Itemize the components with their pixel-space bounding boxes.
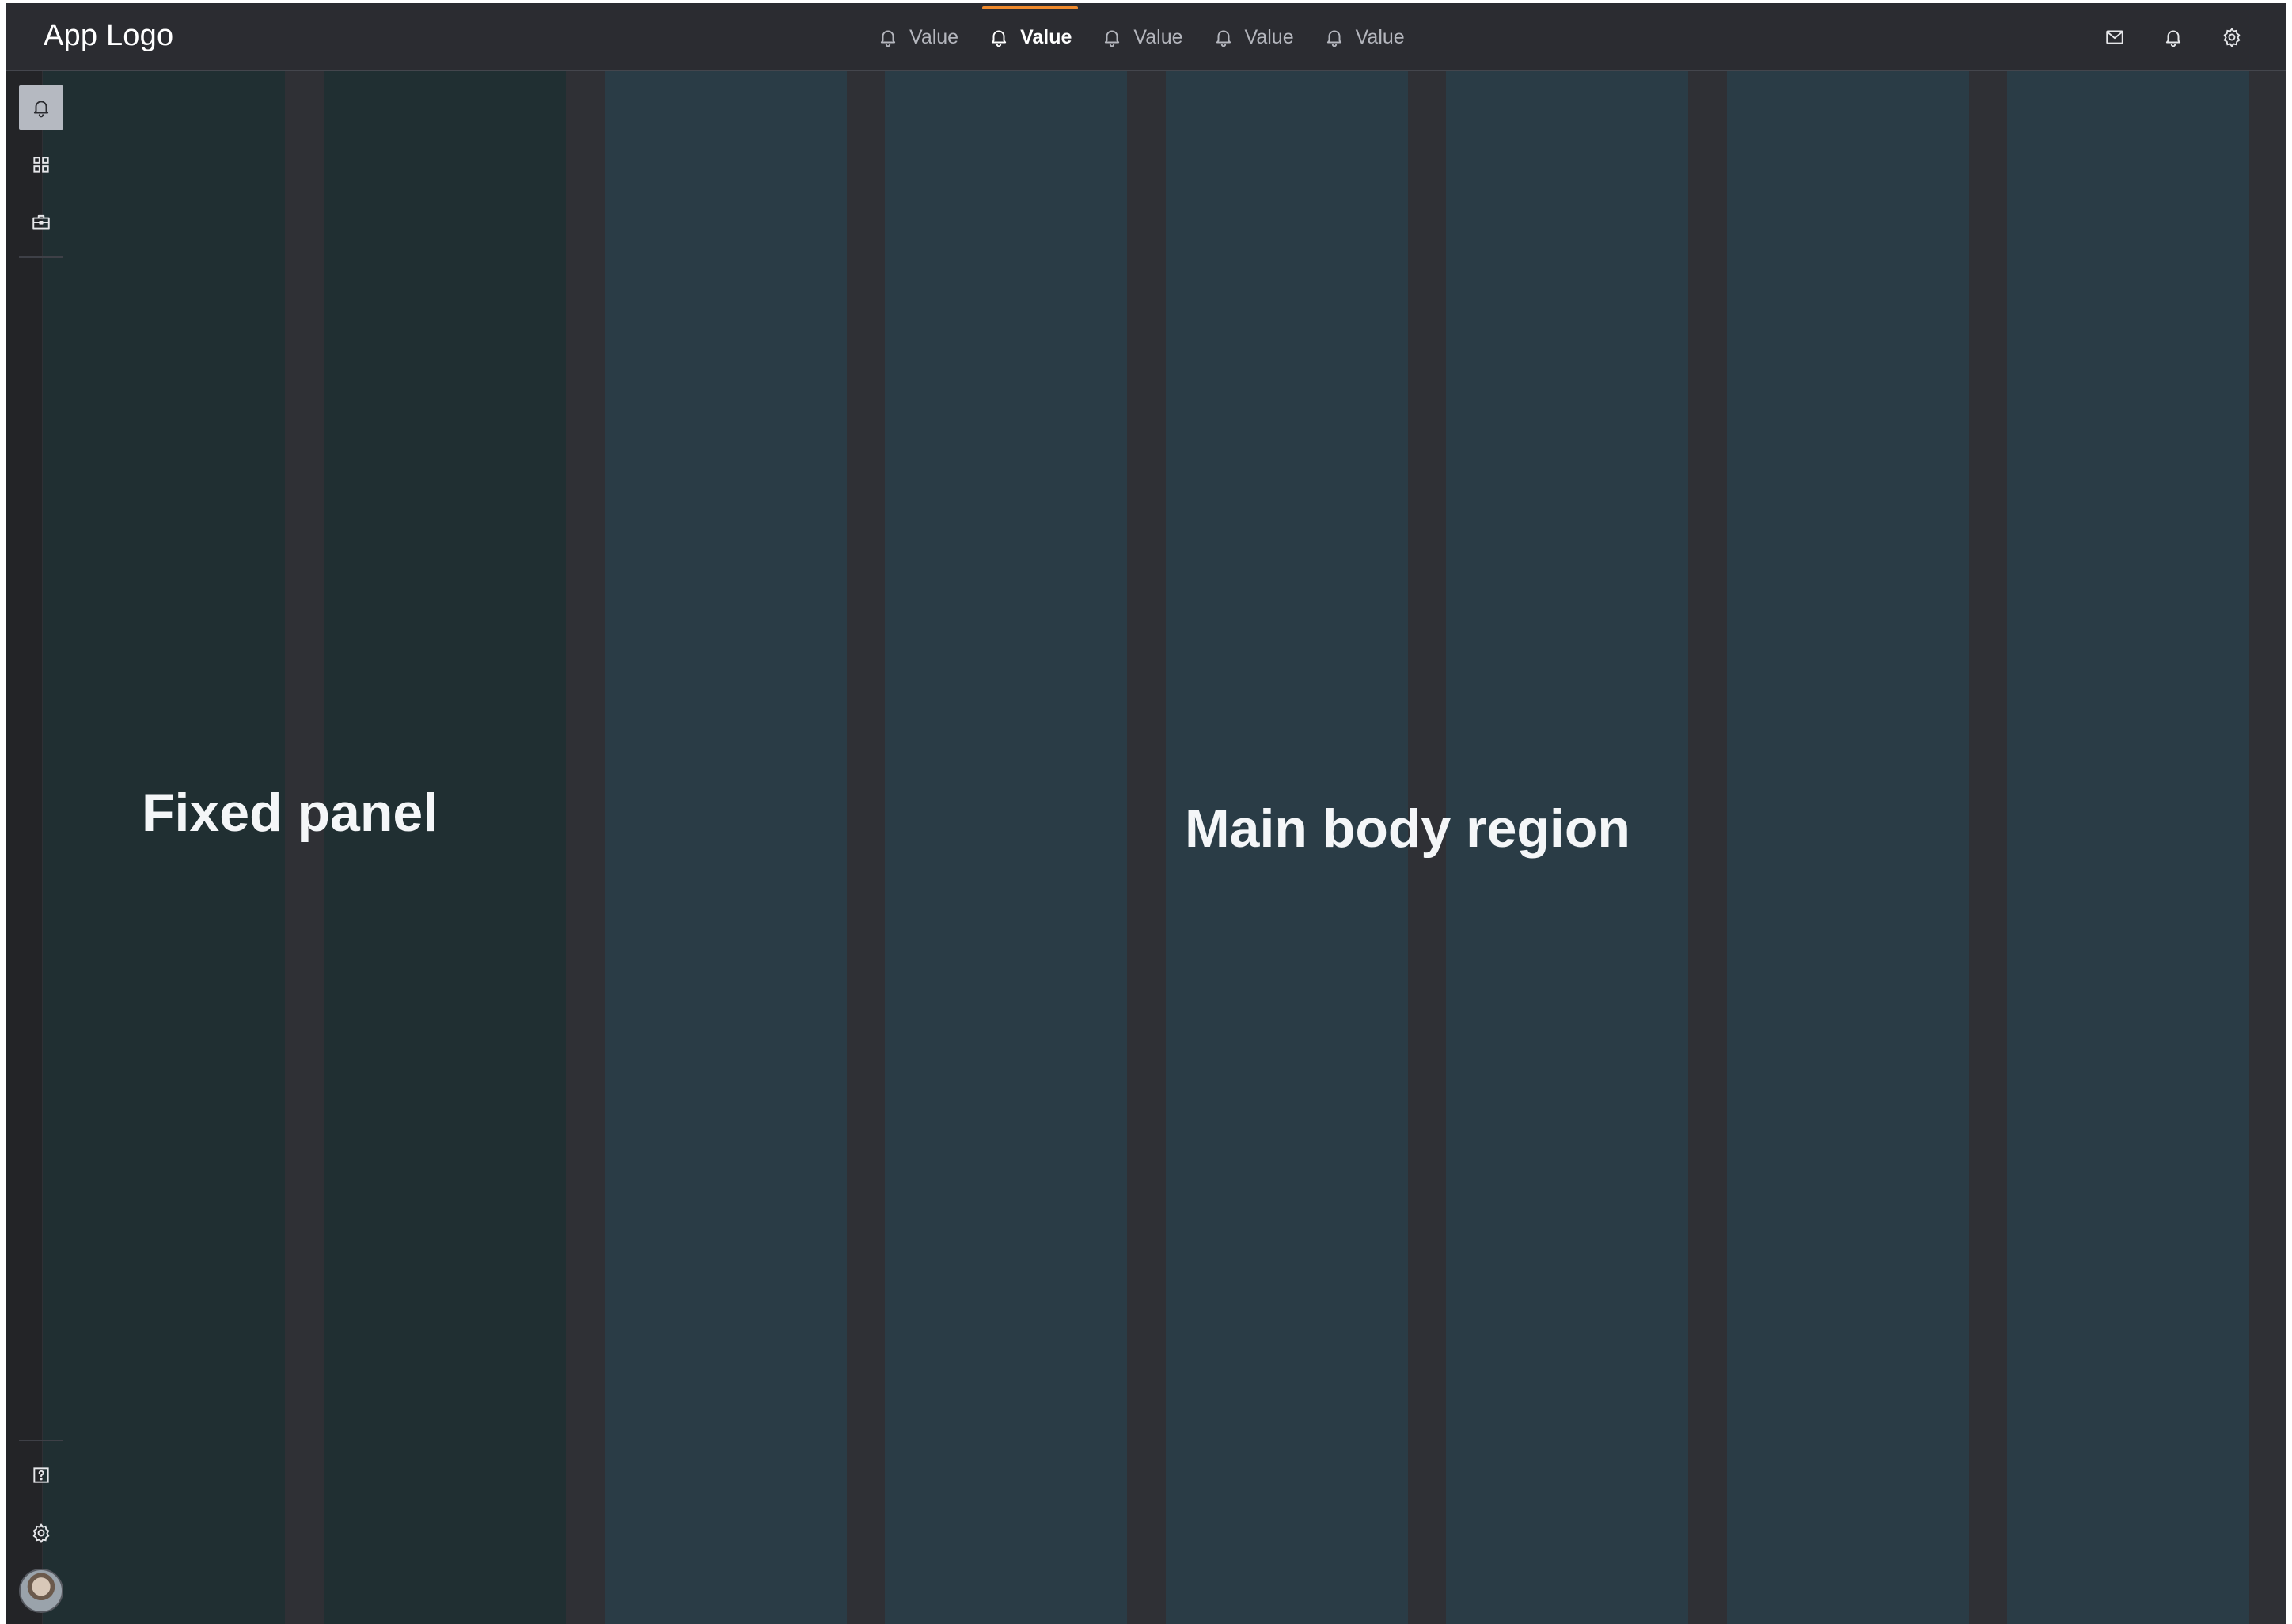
- bell-icon[interactable]: [2163, 27, 2184, 47]
- rail-dashboard-button[interactable]: [19, 142, 63, 187]
- top-tabs: Value Value Value Value Value: [868, 3, 1425, 71]
- tab-value-3[interactable]: Value: [1092, 3, 1192, 71]
- bell-icon: [1216, 30, 1231, 47]
- tab-value-4[interactable]: Value: [1204, 3, 1303, 71]
- gear-icon: [32, 1523, 50, 1543]
- main-body-region-label: Main body region: [1185, 799, 1630, 859]
- briefcase-icon: [32, 214, 50, 230]
- tab-value-1[interactable]: Value: [868, 3, 968, 71]
- tab-label: Value: [1355, 25, 1405, 48]
- rail-help-button[interactable]: [19, 1453, 63, 1497]
- rail-briefcase-button[interactable]: [19, 200, 63, 245]
- rail-settings-button[interactable]: [19, 1511, 63, 1555]
- tab-label: Value: [1133, 25, 1183, 48]
- tab-value-2[interactable]: Value: [979, 3, 1081, 71]
- tab-value-5[interactable]: Value: [1315, 3, 1414, 71]
- user-avatar[interactable]: [19, 1569, 63, 1613]
- bell-icon: [1105, 30, 1120, 47]
- tab-label: Value: [909, 25, 959, 48]
- rail-divider-bottom: [19, 1440, 63, 1441]
- rail-notifications-button[interactable]: [19, 85, 63, 130]
- bell-icon: [880, 30, 896, 47]
- bell-icon: [991, 30, 1007, 47]
- gear-icon[interactable]: [2222, 27, 2242, 47]
- grid-column-fixed-1: [43, 71, 285, 1624]
- bell-icon: [33, 101, 49, 118]
- top-actions: [2104, 3, 2242, 71]
- bell-icon: [1326, 30, 1341, 47]
- grid-column-main-5: [1727, 71, 1969, 1624]
- grid-column-main-2: [885, 71, 1127, 1624]
- grid-icon: [33, 157, 49, 173]
- grid-column-main-6: [2007, 71, 2249, 1624]
- help-icon: [33, 1467, 49, 1483]
- fixed-panel-label: Fixed panel: [142, 783, 438, 843]
- left-rail: [6, 71, 42, 1624]
- mail-icon[interactable]: [2104, 27, 2125, 47]
- top-bar: App Logo Value Value Value Value Value: [6, 3, 2286, 71]
- rail-divider-top: [19, 256, 63, 258]
- tab-label: Value: [1020, 25, 1072, 48]
- tab-label: Value: [1244, 25, 1294, 48]
- app-logo[interactable]: App Logo: [44, 19, 173, 53]
- grid-column-main-1: [605, 71, 847, 1624]
- grid-column-fixed-2: [324, 71, 566, 1624]
- app-frame: App Logo Value Value Value Value Value F…: [6, 3, 2286, 1624]
